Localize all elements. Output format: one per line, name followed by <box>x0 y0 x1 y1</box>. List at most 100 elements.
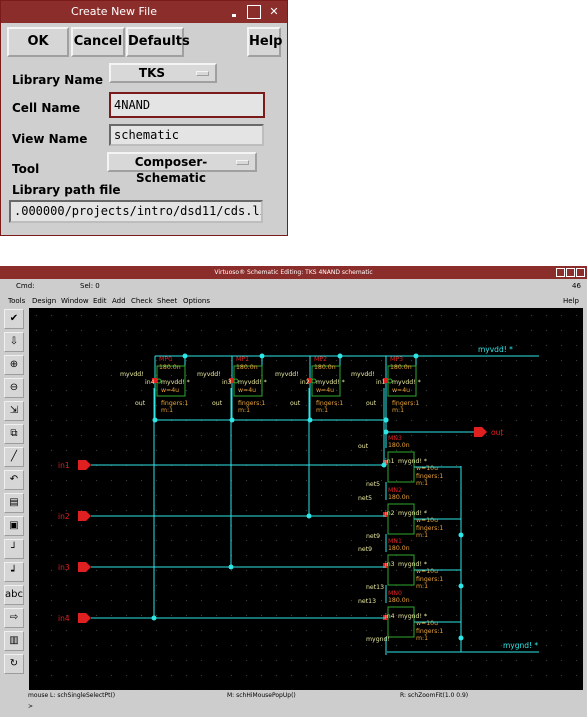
schematic-drawing: myvdd! *mygnd! *MP0180.0nmyvdd!in4 myvdd!… <box>58 345 539 655</box>
nmos-multiplier: m:1 <box>416 583 428 590</box>
pmos-supply-label: myvdd! <box>197 371 221 378</box>
pmos-gate-label: in3 <box>222 379 232 386</box>
cancel-button[interactable]: Cancel <box>71 27 125 57</box>
pmos-drain-label: out <box>135 400 146 407</box>
junction-dot <box>458 635 464 641</box>
menu-add[interactable]: Add <box>112 295 126 307</box>
pmos-drain-label: out <box>366 400 377 407</box>
help-button[interactable]: Help <box>247 27 282 57</box>
nmos-width: w=10u <box>416 517 438 524</box>
cmd-label: Cmd: <box>16 282 35 290</box>
menu-help[interactable]: Help <box>563 295 579 307</box>
wide-wire-icon[interactable]: ┙ <box>4 562 24 582</box>
junction-dot <box>152 417 158 423</box>
dialog-titlebar[interactable]: Create New File ✕ <box>1 1 287 23</box>
nmos-transistor <box>387 606 415 638</box>
property-icon[interactable]: ▤ <box>4 493 24 513</box>
menu-window[interactable]: Window <box>61 295 89 307</box>
menu-tools[interactable]: Tools <box>8 295 25 307</box>
view-name-input[interactable]: schematic <box>109 124 264 146</box>
nmos-drain-label: net5 <box>358 495 372 502</box>
pmos-fingers: fingers:1 <box>161 400 188 407</box>
pmos-width: w=4u <box>238 387 256 394</box>
dialog-title: Create New File <box>71 5 157 18</box>
nmos-width: w=10u <box>416 620 438 627</box>
selection-count: Sel: 0 <box>80 282 100 290</box>
nmos-gate-label: in3 <box>385 561 395 568</box>
cell-name-input[interactable]: 4NAND <box>109 92 265 118</box>
nmos-gate-label: in1 <box>385 458 395 465</box>
nmos-length: 180.0n <box>388 494 410 501</box>
minimize-icon[interactable] <box>227 5 241 19</box>
nmos-length: 180.0n <box>388 597 410 604</box>
command-prompt[interactable]: > <box>28 703 33 710</box>
zoom-out-icon[interactable]: ⊖ <box>4 378 24 398</box>
menu-options[interactable]: Options <box>183 295 210 307</box>
copy-icon[interactable]: ⧉ <box>4 424 24 444</box>
maximize-icon[interactable] <box>247 5 261 19</box>
nmos-length: 180.0n <box>388 442 410 449</box>
tool-select[interactable]: Composer-Schematic <box>107 152 257 185</box>
library-path-label: Library path file <box>12 183 121 197</box>
nmos-bulk-label: mygnd! * <box>398 510 427 517</box>
nmos-name: MN0 <box>388 590 402 597</box>
menu-bar: Tools Design Window Edit Add Check Sheet… <box>0 295 587 307</box>
menu-check[interactable]: Check <box>131 295 153 307</box>
instance-icon[interactable]: ▣ <box>4 516 24 536</box>
close-icon[interactable] <box>576 268 585 277</box>
delete-icon[interactable]: ▥ <box>4 631 24 651</box>
window-titlebar[interactable]: Virtuoso® Schematic Editing: TKS 4NAND s… <box>0 266 587 279</box>
pmos-supply-label: myvdd! <box>120 371 144 378</box>
input-pin-in4 <box>78 613 91 623</box>
dropdown-icon <box>236 160 249 165</box>
menu-design[interactable]: Design <box>32 295 56 307</box>
pmos-multiplier: m:1 <box>238 407 250 414</box>
nmos-length: 180.0n <box>388 545 410 552</box>
narrow-wire-icon[interactable]: ┘ <box>4 539 24 559</box>
pin-icon[interactable]: ⇨ <box>4 608 24 628</box>
pmos-bulk-label: myvdd! * <box>238 379 267 386</box>
nmos-fingers: fingers:1 <box>416 525 443 532</box>
nmos-multiplier: m:1 <box>416 635 428 642</box>
wire-icon[interactable]: ╱ <box>4 447 24 467</box>
minimize-icon[interactable] <box>556 268 565 277</box>
check-icon[interactable]: ✔ <box>4 309 24 329</box>
nmos-name: MN2 <box>388 487 402 494</box>
junction-dot <box>458 532 464 538</box>
pmos-fingers: fingers:1 <box>392 400 419 407</box>
input-pin-label-in4: in4 <box>58 614 70 623</box>
status-row: Cmd: Sel: 0 46 <box>0 279 587 293</box>
mouse-right-hint: R: schZoomFit(1.0 0.9) <box>400 692 469 699</box>
label-icon[interactable]: abc <box>4 585 24 605</box>
maximize-icon[interactable] <box>566 268 575 277</box>
junction-dot <box>381 462 387 468</box>
junction-dot <box>228 564 234 570</box>
zoom-in-icon[interactable]: ⊕ <box>4 355 24 375</box>
stretch-icon[interactable]: ⇲ <box>4 401 24 421</box>
junction-dot <box>306 513 312 519</box>
pmos-fingers: fingers:1 <box>316 400 343 407</box>
nmos-width: w=10u <box>416 465 438 472</box>
schematic-canvas[interactable]: myvdd! * mygnd! * MP0 180.0n myvdd! in4 myvdd!… <box>29 308 583 690</box>
library-path-input[interactable]: .000000/projects/intro/dsd11/cds.lib <box>9 200 263 223</box>
save-icon[interactable]: ⇩ <box>4 332 24 352</box>
pmos-length: 180.0n <box>314 364 336 371</box>
dropdown-icon <box>196 71 209 76</box>
menu-edit[interactable]: Edit <box>93 295 107 307</box>
close-icon[interactable]: ✕ <box>267 5 281 19</box>
ok-button[interactable]: OK <box>7 27 69 57</box>
defaults-button[interactable]: Defaults <box>126 27 190 57</box>
menu-sheet[interactable]: Sheet <box>157 295 177 307</box>
window-title: Virtuoso® Schematic Editing: TKS 4NAND s… <box>214 269 373 276</box>
nmos-bulk-label: mygnd! * <box>398 561 427 568</box>
nmos-width: w=10u <box>416 568 438 575</box>
library-name-select[interactable]: TKS <box>109 63 217 83</box>
cycle-icon[interactable]: ↻ <box>4 654 24 674</box>
undo-icon[interactable]: ↶ <box>4 470 24 490</box>
pmos-bulk-label: myvdd! * <box>316 379 345 386</box>
junction-dot <box>307 417 313 423</box>
tool-value: Composer-Schematic <box>134 155 208 185</box>
tool-palette: ✔ ⇩ ⊕ ⊖ ⇲ ⧉ ╱ ↶ ▤ ▣ ┘ ┙ abc ⇨ ▥ ↻ <box>2 309 26 689</box>
nmos-source-label: net5 <box>366 481 380 488</box>
pmos-multiplier: m:1 <box>316 407 328 414</box>
